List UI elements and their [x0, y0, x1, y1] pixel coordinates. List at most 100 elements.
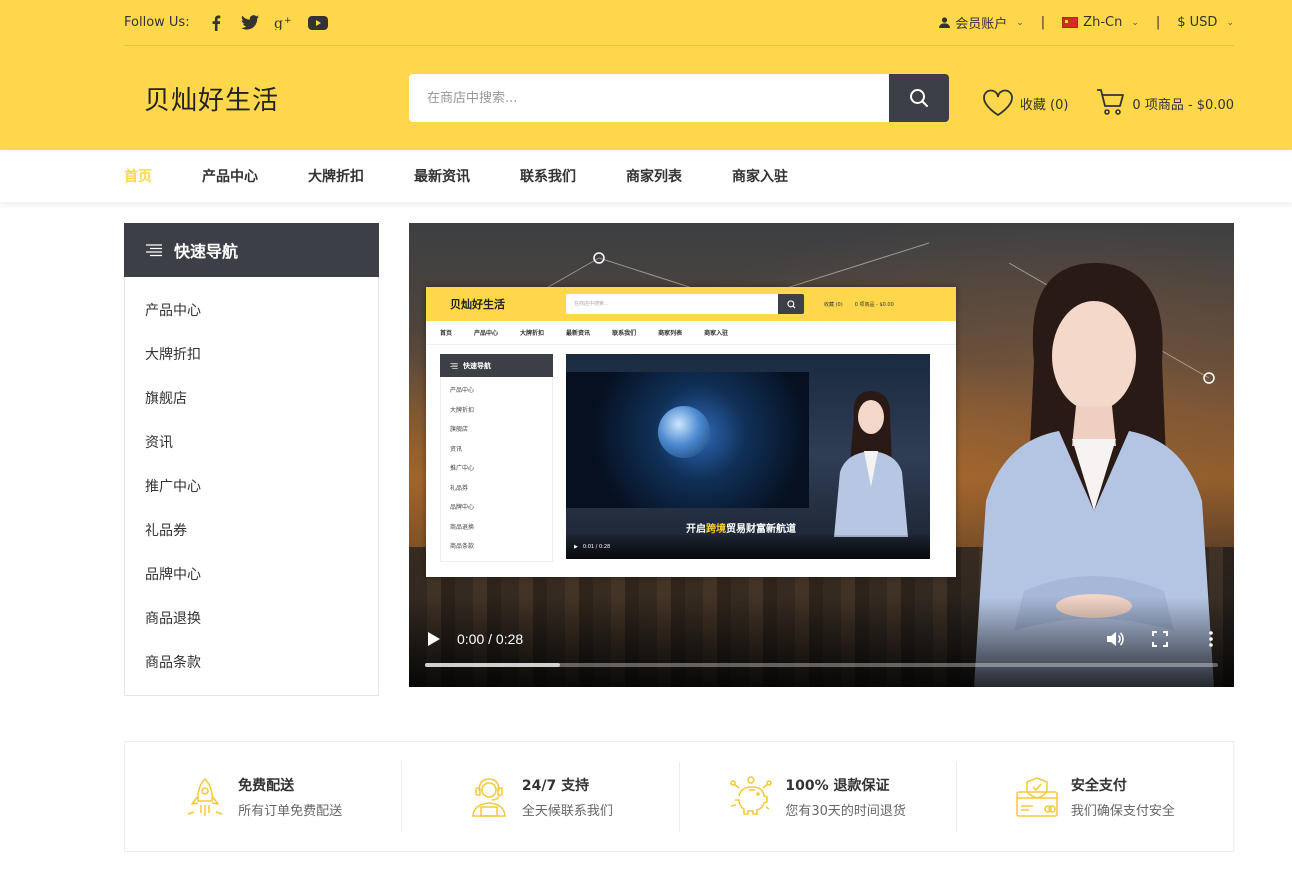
mini-wishlist: 收藏 (0)	[824, 301, 843, 308]
chevron-down-icon: ⌄	[1016, 17, 1024, 28]
more-options-icon[interactable]	[1208, 631, 1214, 647]
cart-icon	[1097, 89, 1125, 115]
mini-sidebar-item: 商品条款	[450, 543, 475, 550]
sidebar-item-discounts[interactable]: 大牌折扣	[125, 333, 378, 377]
feature-desc: 所有订单免费配送	[238, 803, 343, 819]
nav-item-news[interactable]: 最新资讯	[414, 166, 470, 186]
sidebar-header: 快速导航	[124, 223, 379, 277]
sidebar-list: 产品中心 大牌折扣 旗舰店 资讯 推广中心 礼品券 品牌中心 商品退换 商品条款	[124, 277, 379, 696]
mini-sidebar-item: 礼品券	[450, 484, 469, 492]
mini-search-button	[778, 294, 804, 314]
mini-nav-item: 大牌折扣	[520, 330, 545, 337]
nav-item-home[interactable]: 首页	[124, 166, 152, 186]
menu-lines-icon	[450, 362, 458, 369]
search-icon	[786, 299, 795, 308]
mini-video-time: 0:01 / 0:28	[582, 544, 611, 550]
account-label: 会员账户	[955, 17, 1008, 32]
account-menu[interactable]: 会员账户 ⌄	[939, 13, 1024, 32]
china-flag-icon	[1062, 17, 1079, 28]
topbar-right: 会员账户 ⌄ | Zh-Cn ⌄ | $ USD ⌄	[939, 13, 1234, 32]
sidebar-item-news[interactable]: 资讯	[125, 421, 378, 465]
sidebar-item-brands[interactable]: 品牌中心	[125, 553, 378, 597]
nav-item-products[interactable]: 产品中心	[202, 166, 258, 186]
search-button[interactable]	[889, 74, 949, 122]
feature-text: 100% 退款保证 您有30天的时间退货	[785, 775, 906, 819]
feature-title: 24/7 支持	[521, 777, 590, 794]
facebook-icon[interactable]	[206, 13, 226, 33]
wishlist-label: 收藏 (0)	[1019, 98, 1069, 113]
feature-secure-payment: 安全支付 我们确保支付安全	[957, 762, 1233, 832]
play-icon: ▶	[574, 544, 578, 550]
piggy-bank-icon	[730, 775, 773, 815]
nav-item-join[interactable]: 商家入驻	[732, 166, 788, 186]
embedded-site-screenshot: 贝灿好生活 在商店中搜索... 收藏 (0) 0 项商品 - $0.00 首页 …	[426, 287, 956, 577]
mini-cart: 0 项商品 - $0.00	[854, 301, 894, 308]
separator: |	[1155, 15, 1161, 30]
sidebar-item-terms[interactable]: 商品条款	[125, 641, 378, 685]
mini-sidebar-list: 产品中心 大牌折扣 旗舰店 资讯 推广中心 礼品券 品牌中心 商品退换 商品条款	[440, 377, 553, 562]
sidebar-item-promotion[interactable]: 推广中心	[125, 465, 378, 509]
mini-search-input: 在商店中搜索...	[566, 294, 778, 314]
mini-nav: 首页 产品中心 大牌折扣 最新资讯 联系我们 商家列表 商家入驻	[426, 321, 956, 345]
mini-sidebar-item: 品牌中心	[450, 504, 475, 511]
feature-desc: 我们确保支付安全	[1070, 803, 1175, 819]
mini-video-caption: 开启跨境贸易财富新航道	[686, 520, 796, 535]
feature-text: 免费配送 所有订单免费配送	[238, 775, 342, 819]
currency-label: $ USD	[1177, 15, 1218, 30]
mini-sidebar-item: 推广中心	[450, 465, 475, 472]
promo-video-player[interactable]: 贝灿好生活 在商店中搜索... 收藏 (0) 0 项商品 - $0.00 首页 …	[409, 223, 1234, 687]
cart-link[interactable]: 0 项商品 - $0.00	[1096, 87, 1234, 117]
search-input[interactable]	[409, 74, 889, 122]
language-menu[interactable]: Zh-Cn ⌄	[1062, 15, 1139, 30]
mini-sidebar-item: 大牌折扣	[450, 406, 475, 414]
quick-nav-sidebar: 快速导航 产品中心 大牌折扣 旗舰店 资讯 推广中心 礼品券 品牌中心 商品退换…	[124, 223, 379, 696]
site-logo[interactable]: 贝灿好生活	[124, 80, 409, 117]
mini-sidebar-header: 快速导航	[440, 354, 553, 377]
fullscreen-icon[interactable]	[1152, 631, 1168, 647]
mini-logo: 贝灿好生活	[450, 298, 505, 311]
search-icon	[910, 89, 928, 107]
rocket-icon	[187, 777, 223, 816]
search-bar	[409, 74, 949, 122]
mini-video: 开启跨境贸易财富新航道 ▶ 0:01 / 0:28	[566, 354, 930, 559]
sidebar-item-products[interactable]: 产品中心	[125, 289, 378, 333]
user-icon	[939, 17, 951, 28]
play-icon[interactable]	[427, 631, 441, 647]
mini-actions: 收藏 (0) 0 项商品 - $0.00	[824, 301, 894, 308]
feature-support: 24/7 支持 全天候联系我们	[402, 761, 680, 832]
heart-icon	[982, 89, 1013, 117]
sidebar-item-returns[interactable]: 商品退换	[125, 597, 378, 641]
follow-label: Follow Us:	[124, 15, 190, 30]
mini-nav-item: 商家入驻	[704, 330, 729, 337]
volume-icon[interactable]	[1106, 631, 1124, 647]
main-nav: 首页 产品中心 大牌折扣 最新资讯 联系我们 商家列表 商家入驻	[0, 150, 1292, 202]
mini-sidebar-title: 快速导航	[463, 361, 491, 370]
mini-sidebar-item: 旗舰店	[450, 426, 469, 433]
nav-item-discounts[interactable]: 大牌折扣	[308, 166, 364, 186]
google-plus-icon[interactable]: g +	[274, 13, 294, 33]
cart-label: 0 项商品 - $0.00	[1132, 98, 1234, 113]
mini-sidebar-item: 产品中心	[450, 387, 475, 394]
currency-menu[interactable]: $ USD ⌄	[1177, 15, 1234, 30]
mini-nav-item: 首页	[440, 330, 453, 337]
mini-sidebar-item: 资讯	[450, 445, 463, 453]
nav-item-contact[interactable]: 联系我们	[520, 166, 576, 186]
menu-lines-icon	[146, 243, 162, 256]
svg-text:+: +	[284, 16, 292, 26]
sidebar-item-giftcards[interactable]: 礼品券	[125, 509, 378, 553]
mini-nav-item: 联系我们	[612, 330, 637, 337]
caption-highlight: 跨境	[706, 524, 726, 535]
sidebar-item-flagship[interactable]: 旗舰店	[125, 377, 378, 421]
twitter-icon[interactable]	[240, 13, 260, 33]
secure-card-icon	[1016, 776, 1058, 817]
feature-title: 100% 退款保证	[785, 777, 890, 794]
video-progress-track[interactable]	[425, 663, 1218, 667]
main-content: 快速导航 产品中心 大牌折扣 旗舰店 资讯 推广中心 礼品券 品牌中心 商品退换…	[124, 223, 1234, 696]
youtube-icon[interactable]	[307, 13, 328, 33]
mini-header: 贝灿好生活 在商店中搜索... 收藏 (0) 0 项商品 - $0.00	[426, 287, 956, 321]
mini-nav-item: 最新资讯	[566, 330, 591, 337]
wishlist-link[interactable]: 收藏 (0)	[982, 89, 1069, 117]
nav-item-merchants[interactable]: 商家列表	[626, 166, 682, 186]
svg-text:g: g	[274, 16, 283, 30]
mini-body: 快速导航 产品中心 大牌折扣 旗舰店 资讯 推广中心 礼品券 品牌中心 商品退换…	[426, 345, 956, 571]
